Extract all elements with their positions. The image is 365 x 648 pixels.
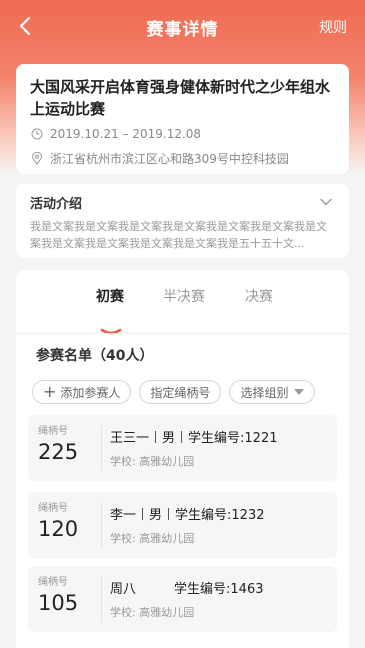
plus-icon: + (43, 382, 57, 401)
location-pin-icon (30, 151, 44, 165)
event-address: 浙江省杭州市滨江区心和路309号中控科技园 (50, 151, 289, 166)
intro-header: 活动介绍 (30, 192, 335, 212)
student-number: 学生编号:1221 (188, 431, 278, 446)
event-address-row: 浙江省杭州市滨江区心和路309号中控科技园 (30, 149, 335, 167)
tab-preliminary[interactable]: 初赛 (96, 286, 124, 306)
bib-label: 绳柄号 (38, 426, 68, 437)
rules-link[interactable]: 规则 (319, 17, 347, 37)
clock-icon (30, 127, 44, 141)
student-number: 学生编号:1232 (175, 508, 265, 523)
bib-number: 120 (38, 517, 79, 541)
participant-gender: 男 (162, 431, 176, 446)
participant-school: 学校: 高雅幼儿园 (110, 606, 195, 619)
group-select[interactable]: 选择组别 (229, 380, 316, 404)
separator (168, 507, 170, 520)
participant-gender: 男 (149, 508, 163, 523)
row-divider (101, 576, 102, 622)
student-number: 学生编号:1463 (174, 582, 264, 597)
bib-label: 绳柄号 (38, 503, 68, 514)
participant-info: 李一 男 学生编号:1232 (110, 504, 265, 523)
navbar: 赛事详情 规则 (0, 0, 365, 54)
intro-text: 我是文案我是文案我是文案我是文案我是文案我是文案我是文案我是文案我是文案我是文案… (30, 220, 327, 250)
event-info-card: 大国风采开启体育强身健体新时代之少年组水上运动比赛 2019.10.21 – 2… (16, 64, 349, 174)
bib-number: 225 (38, 440, 79, 464)
event-date: 2019.10.21 – 2019.12.08 (50, 127, 202, 141)
page-title: 赛事详情 (146, 19, 219, 40)
participant-name: 王三一 (110, 431, 150, 446)
add-participant-label: 添加参赛人 (60, 385, 121, 400)
assign-bib-label: 指定绳柄号 (150, 385, 211, 400)
participant-school: 学校: 高雅幼儿园 (110, 532, 195, 545)
chevron-left-icon (19, 16, 31, 36)
tab-final[interactable]: 决赛 (245, 286, 273, 306)
roster-actions: + 添加参赛人 指定绳柄号 选择组别 (32, 380, 316, 404)
participant-row[interactable]: 绳柄号 225 王三一 男 学生编号:1221 学校: 高雅幼儿园 (28, 415, 337, 481)
intro-card[interactable]: 活动介绍 我是文案我是文案我是文案我是文案我是文案我是文案我是文案我是文案我是文… (16, 184, 349, 258)
participant-info: 王三一 男 学生编号:1221 (110, 427, 278, 446)
event-date-row: 2019.10.21 – 2019.12.08 (30, 125, 335, 143)
group-select-label: 选择组别 (240, 385, 289, 400)
separator (142, 507, 144, 520)
dropdown-arrow-icon (294, 389, 305, 395)
participant-name: 周八 (110, 582, 137, 597)
chevron-down-icon[interactable] (317, 193, 335, 211)
participant-info: 周八 学生编号:1463 (110, 578, 263, 597)
row-divider (101, 502, 102, 548)
tabs-divider (16, 333, 349, 334)
intro-title: 活动介绍 (30, 196, 83, 212)
stage-tabs: 初赛 半决赛 决赛 (16, 286, 349, 335)
bib-label: 绳柄号 (38, 577, 68, 588)
assign-bib-button[interactable]: 指定绳柄号 (139, 380, 222, 404)
participant-row[interactable]: 绳柄号 105 周八 学生编号:1463 学校: 高雅幼儿园 (28, 566, 337, 632)
roster-title: 参赛名单（40人） (36, 348, 154, 364)
participant-name: 李一 (110, 508, 137, 523)
separator (155, 430, 157, 443)
participant-row[interactable]: 绳柄号 120 李一 男 学生编号:1232 学校: 高雅幼儿园 (28, 492, 337, 558)
bib-number: 105 (38, 591, 79, 615)
active-tab-indicator (100, 328, 122, 335)
row-divider (101, 425, 102, 471)
separator (181, 430, 183, 443)
roster-card: 初赛 半决赛 决赛 参赛名单（40人） + 添加参赛人 指定绳柄号 选择组别 绳… (16, 270, 349, 648)
event-title: 大国风采开启体育强身健体新时代之少年组水上运动比赛 (30, 78, 331, 118)
back-button[interactable] (14, 14, 36, 38)
participant-school: 学校: 高雅幼儿园 (110, 455, 195, 468)
tab-semifinal[interactable]: 半决赛 (163, 286, 205, 306)
add-participant-button[interactable]: + 添加参赛人 (32, 380, 132, 404)
